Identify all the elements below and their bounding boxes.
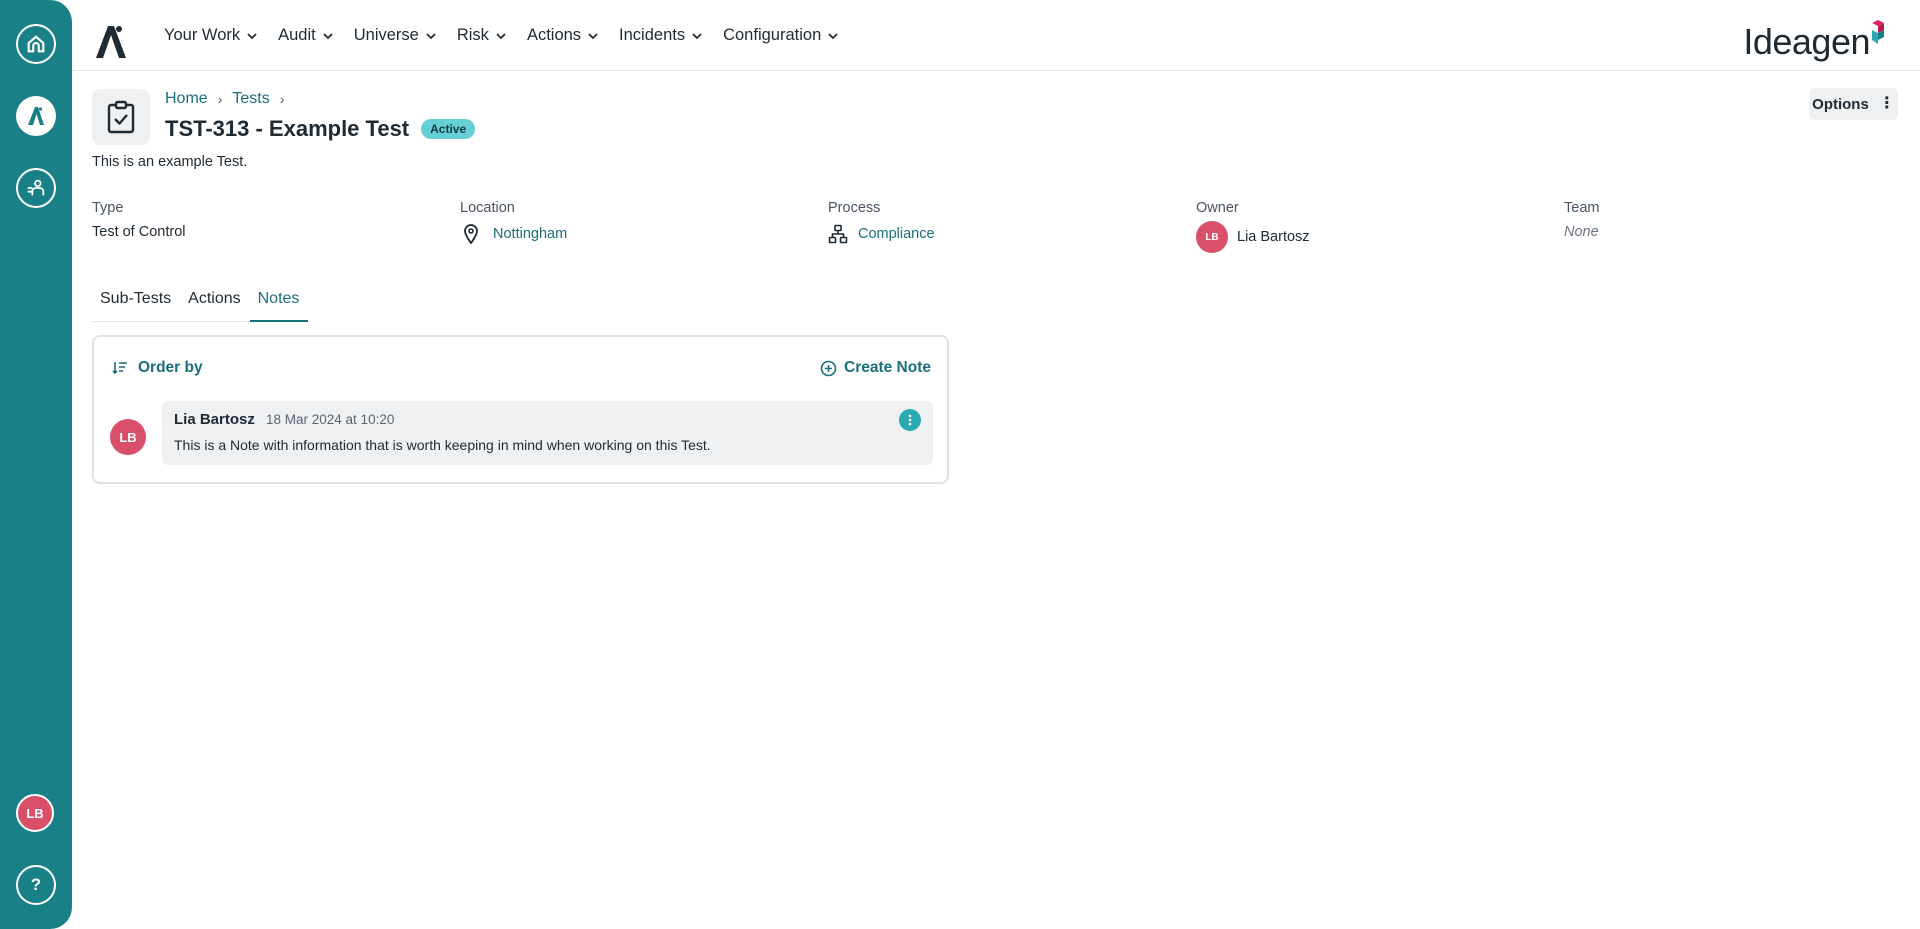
create-note-button[interactable]: Create Note [820, 359, 931, 377]
notes-panel: Order by Create Note LB Lia Bartosz 18 M… [92, 335, 949, 484]
property-label: Location [460, 200, 515, 216]
menu-label: Your Work [164, 26, 241, 44]
menu-label: Audit [278, 26, 316, 44]
property-label: Owner [1196, 200, 1239, 216]
property-value: None [1564, 224, 1599, 240]
location-link[interactable]: Nottingham [493, 226, 567, 242]
create-note-label: Create Note [844, 359, 931, 376]
property-label: Type [92, 200, 124, 216]
help-icon[interactable]: ? [16, 865, 56, 905]
tab-notes[interactable]: Notes [249, 286, 309, 322]
home-icon[interactable] [16, 24, 56, 64]
owner-avatar: LB [1196, 221, 1228, 253]
options-button[interactable]: Options ⋮ [1809, 88, 1898, 120]
brand-name: Ideagen [1743, 21, 1870, 62]
property-team: Team None [1564, 200, 1599, 240]
menu-label: Configuration [723, 26, 822, 44]
user-avatar[interactable]: LB [16, 794, 54, 832]
brand-logo[interactable]: Ideagen [1743, 18, 1890, 66]
order-by-label: Order by [138, 359, 203, 376]
app-logo-icon[interactable] [16, 96, 56, 136]
chevron-down-icon [247, 32, 257, 39]
chevron-down-icon [426, 32, 436, 39]
menu-your-work[interactable]: Your Work [154, 16, 268, 56]
chevron-down-icon [692, 32, 702, 39]
options-label: Options [1812, 95, 1869, 113]
chevron-down-icon [323, 32, 333, 39]
tab-bar: Sub-Tests Actions Notes [92, 286, 309, 322]
note-author: Lia Bartosz [174, 411, 255, 428]
status-badge: Active [421, 119, 476, 139]
test-clipboard-icon [92, 89, 150, 145]
left-rail: LB ? [0, 0, 72, 929]
note-author-avatar: LB [110, 419, 146, 455]
tab-sub-tests[interactable]: Sub-Tests [92, 286, 180, 321]
property-owner: Owner LB Lia Bartosz [1196, 200, 1310, 253]
map-pin-icon [464, 224, 478, 244]
process-link[interactable]: Compliance [858, 226, 935, 242]
logo-icon[interactable] [94, 22, 132, 62]
chevron-right-icon: › [217, 91, 223, 107]
menu-universe[interactable]: Universe [344, 16, 447, 56]
plus-circle-icon [820, 360, 837, 376]
property-value: LB Lia Bartosz [1196, 221, 1310, 253]
property-label: Team [1564, 200, 1600, 216]
owner-name: Lia Bartosz [1237, 229, 1310, 245]
property-location: Location Nottingham [460, 200, 567, 244]
menu-label: Universe [353, 26, 419, 44]
page-title: TST-313 - Example Test [165, 116, 410, 141]
menu-label: Incidents [619, 26, 686, 44]
kebab-menu-icon: ⋮ [1878, 95, 1895, 112]
order-by-button[interactable]: Order by [112, 359, 203, 377]
menu-audit[interactable]: Audit [268, 16, 344, 56]
page-description: This is an example Test. [92, 154, 248, 170]
property-process: Process Compliance [828, 200, 935, 244]
breadcrumb: Home › Tests › [165, 90, 294, 108]
help-label: ? [30, 875, 42, 894]
menu-configuration[interactable]: Configuration [713, 16, 849, 56]
property-type: Type Test of Control [92, 200, 186, 240]
note-item: Lia Bartosz 18 Mar 2024 at 10:20 This is… [162, 401, 933, 465]
brand-mark-icon [1872, 20, 1884, 44]
chevron-down-icon [496, 32, 506, 39]
breadcrumb-tests[interactable]: Tests [232, 90, 269, 108]
breadcrumb-home[interactable]: Home [165, 90, 208, 108]
property-value: Nottingham [460, 224, 567, 244]
property-label: Process [828, 200, 881, 216]
hierarchy-icon [828, 224, 848, 244]
note-body: This is a Note with information that is … [174, 437, 711, 453]
note-menu-icon[interactable] [899, 409, 921, 431]
chevron-down-icon [828, 32, 838, 39]
menu-actions[interactable]: Actions [517, 16, 609, 56]
chevron-right-icon: › [279, 91, 285, 107]
property-value: Compliance [828, 224, 935, 244]
top-nav: Your Work Audit Universe Risk Actions In… [72, 0, 1920, 71]
sort-icon [112, 362, 127, 375]
menu-label: Actions [526, 26, 582, 44]
people-icon[interactable] [16, 168, 56, 208]
menu-label: Risk [456, 26, 489, 44]
note-timestamp: 18 Mar 2024 at 10:20 [266, 412, 395, 427]
property-value: Test of Control [92, 224, 186, 240]
menu-incidents[interactable]: Incidents [609, 16, 713, 56]
main-menu: Your Work Audit Universe Risk Actions In… [154, 0, 849, 71]
title-row: TST-313 - Example Test Active [165, 116, 476, 142]
chevron-down-icon [588, 32, 598, 39]
tab-actions[interactable]: Actions [180, 286, 249, 321]
menu-risk[interactable]: Risk [447, 16, 517, 56]
